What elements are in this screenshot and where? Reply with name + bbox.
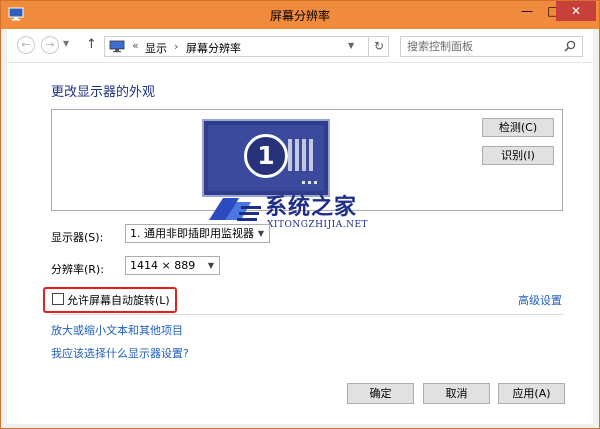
- search-box[interactable]: [400, 36, 583, 57]
- auto-rotate-checkbox[interactable]: [52, 293, 64, 305]
- monitor-screen: 1: [208, 125, 324, 191]
- breadcrumb-item-display[interactable]: 显示: [145, 40, 167, 56]
- ok-button[interactable]: 确定: [347, 383, 414, 404]
- breadcrumb-overflow-icon[interactable]: «: [132, 39, 139, 52]
- cancel-button[interactable]: 取消: [423, 383, 490, 404]
- text-size-link[interactable]: 放大或缩小文本和其他项目: [51, 322, 183, 338]
- resolution-label: 分辨率(R):: [51, 263, 104, 276]
- resolution-select[interactable]: 1414 × 889 ▼: [125, 256, 220, 275]
- window-title: 屏幕分辨率: [269, 9, 330, 23]
- minimize-button[interactable]: —: [514, 1, 540, 21]
- refresh-button[interactable]: ↻: [368, 37, 389, 56]
- identify-button[interactable]: 识别(I): [482, 146, 554, 165]
- breadcrumb[interactable]: « 显示 › 屏幕分辨率 ▼ ↻: [104, 36, 389, 57]
- monitor-dots-icon: [302, 181, 320, 184]
- dialog-footer: 确定 取消 应用(A): [7, 374, 593, 424]
- address-bar: ← → ▼ ↑ « 显示 › 屏幕分辨率 ▼ ↻: [7, 29, 593, 63]
- window: 屏幕分辨率 — □ ✕ ← → ▼ ↑ « 显示 › 屏幕分辨率 ▼ ↻ 搜索控…: [0, 0, 600, 429]
- monitor-grid-icon: [288, 139, 314, 171]
- forward-button[interactable]: →: [41, 36, 59, 54]
- chevron-down-icon: ▼: [257, 229, 264, 238]
- title-bar: 屏幕分辨率 — □ ✕: [1, 1, 599, 29]
- search-input[interactable]: [401, 37, 551, 56]
- address-history-chevron-icon[interactable]: ▼: [348, 41, 354, 50]
- advanced-settings-link[interactable]: 高级设置: [518, 292, 562, 308]
- which-settings-link[interactable]: 我应该选择什么显示器设置?: [51, 345, 189, 361]
- search-icon[interactable]: [564, 40, 576, 52]
- page-title: 更改显示器的外观: [51, 85, 156, 100]
- breadcrumb-item-resolution[interactable]: 屏幕分辨率: [186, 40, 241, 56]
- display-select-value: 1. 通用非即插即用监视器: [130, 227, 254, 240]
- content-area: ← → ▼ ↑ « 显示 › 屏幕分辨率 ▼ ↻ 搜索控制面板 更改显示器的外观…: [7, 29, 593, 424]
- close-button[interactable]: ✕: [556, 1, 596, 21]
- watermark-title: 系统之家: [265, 194, 358, 220]
- display-icon: [109, 40, 125, 53]
- detect-button[interactable]: 检测(C): [482, 118, 554, 137]
- watermark-logo-icon: [209, 198, 261, 221]
- recent-locations-chevron-icon[interactable]: ▼: [63, 39, 69, 48]
- chevron-down-icon: ▼: [207, 261, 214, 270]
- breadcrumb-separator-icon[interactable]: ›: [174, 40, 178, 53]
- auto-rotate-label[interactable]: 允许屏幕自动旋转(L): [67, 292, 170, 308]
- watermark-subtitle: XITONGZHIJIA.NET: [267, 220, 369, 230]
- display-label: 显示器(S):: [51, 231, 104, 244]
- back-button[interactable]: ←: [17, 36, 35, 54]
- up-button[interactable]: ↑: [86, 37, 97, 52]
- apply-button[interactable]: 应用(A): [498, 383, 565, 404]
- display-select[interactable]: 1. 通用非即插即用监视器 ▼: [125, 224, 270, 243]
- resolution-select-value: 1414 × 889: [130, 259, 196, 272]
- divider: [51, 314, 563, 315]
- monitor-number: 1: [244, 134, 288, 178]
